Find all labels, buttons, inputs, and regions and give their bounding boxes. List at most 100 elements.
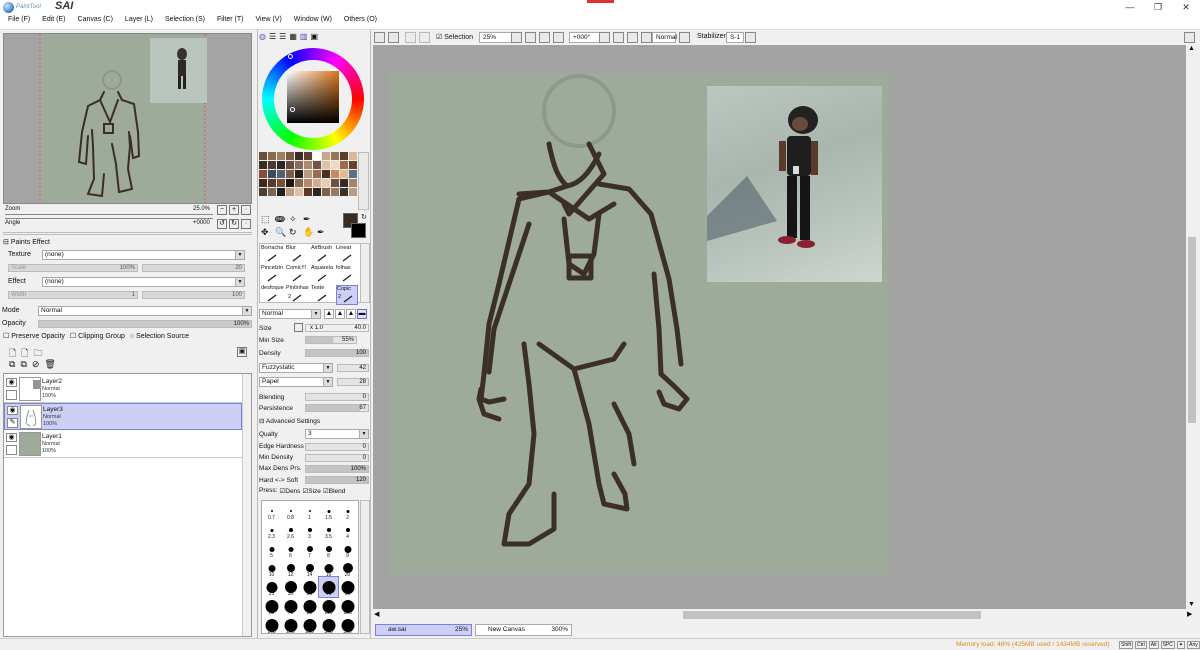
color-swatch[interactable] [313,161,321,169]
color-swatch[interactable] [295,188,303,196]
color-swatch[interactable] [349,170,357,178]
pressure-size-checkbox[interactable]: ☑Size [302,487,320,495]
color-swatch[interactable] [295,161,303,169]
menu-canvas[interactable]: Canvas (C) [78,16,113,28]
brush-blend-select[interactable]: Normal ▼ [259,309,321,319]
brush-size-option[interactable]: 2.6 [281,520,300,540]
palette-tab-icon[interactable]: ▥ [300,32,308,41]
edge-hardness-bar[interactable]: 0 [305,443,369,451]
eye-icon[interactable]: ◉ [6,433,17,442]
brush-size-option[interactable]: 5 [262,539,281,559]
eyedropper-icon[interactable]: ✒ [303,214,317,225]
navigator-panel[interactable] [3,33,252,204]
color-swatch[interactable] [259,188,267,196]
brush-size-option[interactable]: 7 [300,539,319,559]
brush-size-option[interactable]: 2.3 [262,520,281,540]
advanced-settings-header[interactable]: ⊟ Advanced Settings [259,417,320,425]
lasso-icon[interactable]: ↈ [275,214,289,225]
layer-mode-select[interactable]: Normal ▼ [38,306,252,316]
rotate-left-button[interactable]: ↺ [217,219,227,229]
brush-size-option[interactable]: 250 [300,615,319,635]
invert-selection-button[interactable] [419,32,430,43]
color-swatch[interactable] [331,152,339,160]
color-swatch[interactable] [268,152,276,160]
brush-tool-folhas[interactable]: folhas [336,265,358,285]
brush-size-option[interactable]: 3.5 [319,520,338,540]
tool-grid-scrollbar[interactable] [360,243,370,303]
min-size-bar[interactable]: 55% [305,336,357,344]
color-swatch[interactable] [295,170,303,178]
color-swatch[interactable] [286,152,294,160]
color-swatch[interactable] [268,170,276,178]
brush-size-option[interactable]: 100 [319,596,338,616]
zoom-in-button[interactable] [539,32,550,43]
rect-select-icon[interactable]: ⬚ [261,214,275,225]
scroll-right-icon[interactable]: ▶ [1187,610,1192,618]
preserve-opacity-checkbox[interactable]: ☐ Preserve Opacity [3,332,65,340]
color-swatch[interactable] [286,161,294,169]
color-swatch[interactable] [277,161,285,169]
background-color[interactable] [351,223,366,238]
hsv-slider-tab-icon[interactable]: ☰ [279,32,286,41]
blend-mode-combo[interactable]: Normal [652,32,677,43]
brush-size-option[interactable]: 8 [319,539,338,559]
brush-size-option[interactable]: 16 [319,558,338,578]
brush-size-option[interactable]: 30 [281,577,300,597]
zoom-in-button[interactable]: + [229,205,239,215]
color-swatch[interactable] [340,161,348,169]
brush-tool-aquarela[interactable]: Aquarela [311,265,333,285]
eyedropper-icon[interactable]: ✒ [317,227,331,238]
scratchpad-tab-icon[interactable]: ▣ [310,32,318,41]
swatch-grid[interactable] [259,152,357,210]
color-swatch[interactable] [304,170,312,178]
color-swatch[interactable] [340,170,348,178]
color-swatch[interactable] [277,188,285,196]
brush-shape-select[interactable]: Fuzzystatic ▼ [259,363,333,373]
scroll-down-icon[interactable]: ▼ [1188,601,1195,608]
layer-list[interactable]: ◉ Layer2 Normal 100% ◉ ✎ Layer3 Normal 1… [3,373,252,637]
brush-size-option[interactable]: 10 [262,558,281,578]
color-swatch[interactable] [313,170,321,178]
horizontal-scroll-thumb[interactable] [683,611,981,619]
brush-texture-strength-bar[interactable]: 28 [337,378,369,386]
horizontal-scrollbar[interactable]: ◀ ▶ [373,609,1199,621]
tab-aw-sai[interactable]: aw.sai 25% [375,624,472,636]
color-swatch[interactable] [349,179,357,187]
menu-selection[interactable]: Selection (S) [165,16,205,28]
deselect-button[interactable] [405,32,416,43]
stabilizer-combo[interactable]: S-1 [726,32,744,43]
brush-size-option[interactable]: 350 [338,615,357,635]
brush-size-option[interactable]: 1 [300,501,319,521]
color-swatch[interactable] [313,188,321,196]
effect-select[interactable]: (none) ▼ [42,277,245,287]
color-swatch[interactable] [295,152,303,160]
color-swatch[interactable] [259,152,267,160]
max-dens-bar[interactable]: 100% [305,465,369,473]
color-picker-cursor[interactable] [290,107,295,112]
menu-filter[interactable]: Filter (T) [217,16,243,28]
color-swatch[interactable] [349,152,357,160]
rgb-slider-tab-icon[interactable]: ☰ [269,32,276,41]
min-density-bar[interactable]: 0 [305,454,369,462]
layer-row[interactable]: ◉ Layer2 Normal 100% [4,376,242,403]
color-swatch[interactable] [286,188,294,196]
brush-size-option[interactable]: 200 [281,615,300,635]
vertical-scroll-thumb[interactable] [1188,237,1196,423]
brush-shape-4-icon[interactable]: ▬ [357,309,367,319]
brush-tool-borracha[interactable]: Borracha [261,245,283,265]
swap-colors-icon[interactable]: ↻ [361,213,367,221]
size-multiplier-button[interactable] [294,323,303,332]
color-swatch[interactable] [349,161,357,169]
menu-others[interactable]: Others (O) [344,16,377,28]
persistence-bar[interactable]: 87 [305,404,369,412]
rotate-reset-button[interactable]: · [241,219,251,229]
flip-button[interactable] [641,32,652,43]
menu-file[interactable]: File (F) [8,16,30,28]
delete-layer-icon[interactable]: 🗑 [44,359,55,370]
move-icon[interactable]: ✥ [261,227,275,238]
color-swatch[interactable] [259,179,267,187]
brush-tool-teste[interactable]: Teste [311,285,333,305]
color-swatch[interactable] [340,152,348,160]
layer-opacity-bar[interactable]: 100% [38,320,252,328]
layer-panel-menu-button[interactable]: ▣ [237,347,247,357]
